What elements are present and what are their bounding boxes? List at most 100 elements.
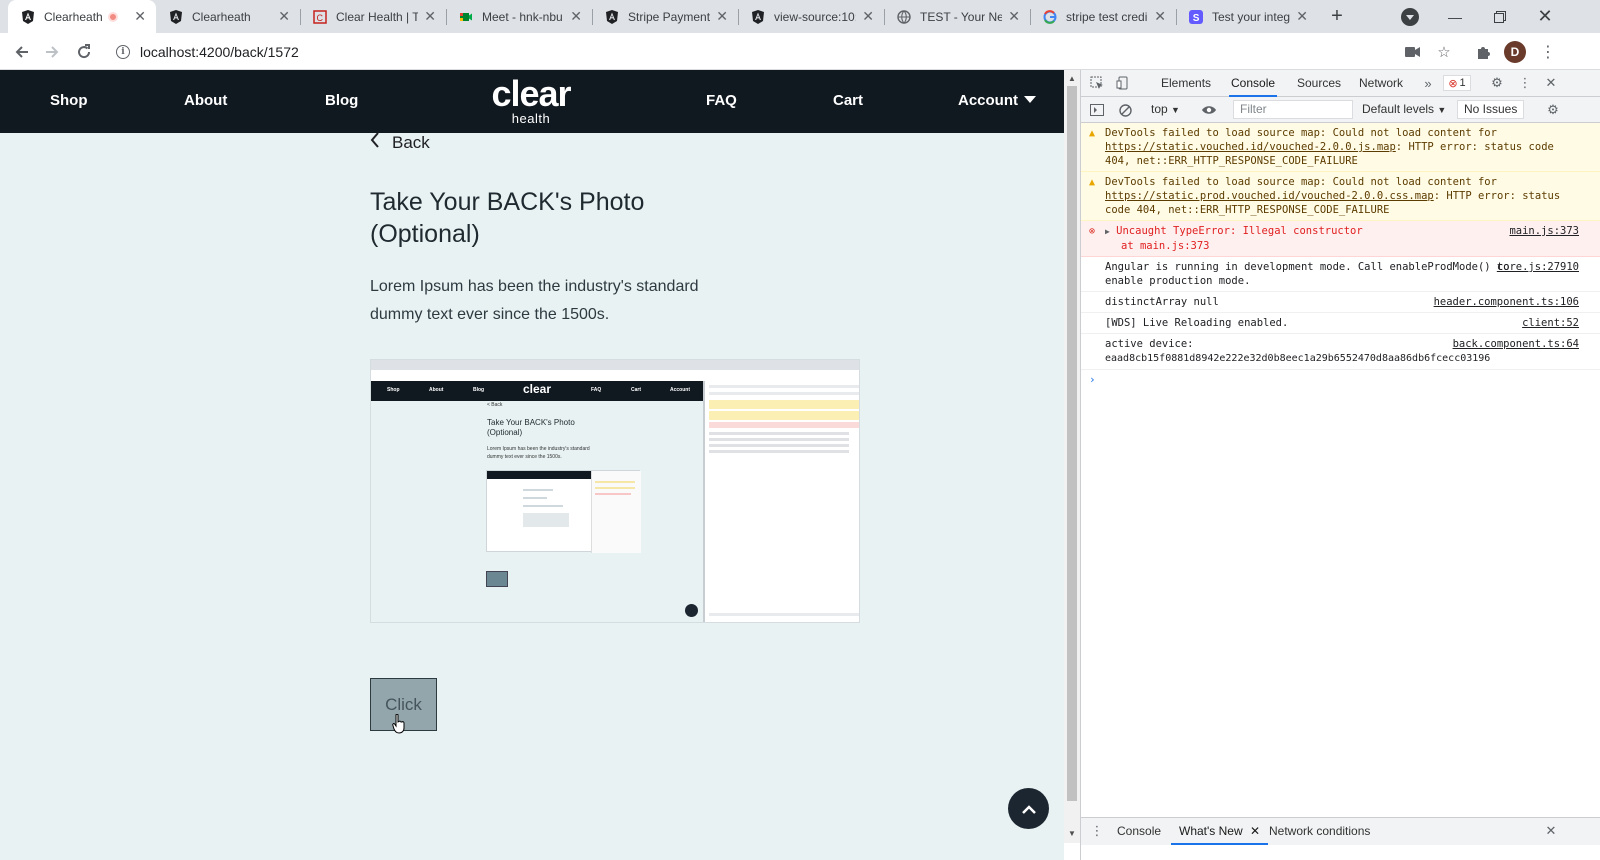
device-toolbar-icon[interactable]: [1115, 75, 1131, 91]
drawer-tab-network-conditions[interactable]: Network conditions: [1269, 818, 1370, 845]
nav-about[interactable]: About: [184, 92, 227, 109]
new-tab-plus-icon[interactable]: +: [1326, 5, 1348, 27]
console-filter-input[interactable]: Filter: [1233, 100, 1353, 119]
error-count-badge[interactable]: ⊗ 1: [1443, 75, 1471, 91]
preview-logo: clear: [523, 382, 552, 396]
nested-thumb: [523, 513, 569, 527]
close-drawer-icon[interactable]: ✕: [1543, 823, 1559, 839]
svg-text:S: S: [1193, 13, 1200, 24]
expand-triangle-icon[interactable]: ▶: [1105, 227, 1110, 236]
scroll-to-top-button[interactable]: [1008, 788, 1049, 829]
browser-tab-2[interactable]: Clearheath ✕: [156, 0, 300, 33]
nav-account[interactable]: Account: [958, 92, 1036, 109]
drawer-tab-whats-new[interactable]: What's New ✕: [1171, 818, 1269, 845]
browser-tab-9[interactable]: S Test your integr ✕: [1176, 0, 1318, 33]
back-arrow-icon[interactable]: [10, 40, 34, 64]
devtools-tab-sources[interactable]: Sources: [1295, 70, 1343, 97]
console-output: ▲ DevTools failed to load source map: Co…: [1081, 123, 1600, 390]
sidebar-toggle-icon[interactable]: [1089, 102, 1105, 118]
devtools-tab-network[interactable]: Network: [1357, 70, 1405, 97]
extensions-puzzle-icon[interactable]: [1473, 42, 1493, 62]
nav-faq[interactable]: FAQ: [706, 92, 737, 109]
close-tab-icon[interactable]: ✕: [1296, 8, 1308, 25]
settings-gear-icon[interactable]: ⚙: [1489, 75, 1505, 91]
preview-nav-item: About: [429, 387, 444, 393]
close-tab-icon[interactable]: ✕: [862, 8, 874, 25]
devtools-menu-icon[interactable]: ⋮: [1517, 75, 1533, 91]
clear-console-icon[interactable]: [1117, 102, 1133, 118]
live-expression-eye-icon[interactable]: [1201, 102, 1217, 118]
close-tab-icon[interactable]: ✕: [716, 8, 728, 25]
issues-button[interactable]: No Issues: [1457, 100, 1525, 119]
nav-shop[interactable]: Shop: [50, 92, 88, 109]
scrollbar-thumb[interactable]: [1067, 86, 1077, 801]
recording-indicator-icon: [108, 11, 119, 22]
close-tab-icon[interactable]: ✕: [424, 8, 436, 25]
reload-icon[interactable]: [72, 40, 96, 64]
restore-icon[interactable]: [1478, 0, 1522, 33]
warning-text: DevTools failed to load source map: Coul…: [1105, 176, 1497, 188]
nested-warn: [595, 481, 635, 483]
context-selector[interactable]: top ▼: [1151, 102, 1180, 116]
close-tab-icon[interactable]: ✕: [134, 8, 146, 25]
browser-tab-8[interactable]: stripe test credi ✕: [1030, 0, 1176, 33]
profile-avatar[interactable]: D: [1504, 41, 1526, 63]
tab-search-icon[interactable]: [1401, 8, 1419, 26]
scroll-up-arrow-icon[interactable]: ▲: [1068, 74, 1076, 83]
nav-cart[interactable]: Cart: [833, 92, 863, 109]
camera-blocked-icon[interactable]: [1403, 42, 1423, 62]
console-settings-gear-icon[interactable]: ⚙: [1545, 102, 1561, 118]
error-source-link[interactable]: main.js:373: [1509, 224, 1579, 238]
back-label: Back: [392, 132, 430, 152]
scroll-down-arrow-icon[interactable]: ▼: [1068, 829, 1076, 838]
log-source-link[interactable]: core.js:27910: [1497, 260, 1579, 274]
close-tab-icon[interactable]: ✕: [1008, 8, 1020, 25]
page-description: Lorem Ipsum has been the industry's stan…: [370, 278, 699, 323]
log-source-link[interactable]: client:52: [1522, 316, 1579, 330]
address-bar[interactable]: i localhost:4200/back/1572: [106, 38, 1396, 66]
log-levels-dropdown[interactable]: Default levels ▼: [1362, 102, 1446, 116]
close-tab-icon[interactable]: ✕: [278, 8, 290, 25]
log-source-link[interactable]: header.component.ts:106: [1434, 295, 1579, 309]
site-logo[interactable]: clear health: [483, 76, 579, 126]
preview-dt-log: [709, 450, 849, 453]
bookmark-star-icon[interactable]: ☆: [1434, 42, 1454, 62]
browser-tab-4[interactable]: Meet - hnk-nbu ✕: [446, 0, 592, 33]
browser-tab-3[interactable]: C Clear Health | Tr ✕: [300, 0, 446, 33]
stripe-icon: S: [1188, 9, 1204, 25]
browser-tab-5[interactable]: Stripe Payment ✕: [592, 0, 738, 33]
close-window-icon[interactable]: ✕: [1523, 0, 1567, 33]
more-tabs-chevron-icon[interactable]: »: [1420, 75, 1436, 91]
close-devtools-icon[interactable]: ✕: [1543, 75, 1559, 91]
drawer-menu-icon[interactable]: ⋮: [1089, 823, 1105, 839]
browser-tab-7[interactable]: TEST - Your Net ✕: [884, 0, 1030, 33]
console-error[interactable]: ⊗ ▶ Uncaught TypeError: Illegal construc…: [1081, 221, 1600, 257]
drawer-tab-console[interactable]: Console: [1117, 818, 1161, 845]
devtools-tab-console[interactable]: Console: [1229, 70, 1278, 97]
tab-title: Test your integr: [1212, 9, 1291, 24]
drawer-tab-label: What's New: [1179, 824, 1243, 838]
log-source-link[interactable]: back.component.ts:64: [1453, 337, 1579, 351]
browser-tab-1[interactable]: Clearheath ✕: [8, 0, 156, 33]
inspect-element-icon[interactable]: [1089, 75, 1105, 91]
source-map-link[interactable]: https://static.vouched.id/vouched-2.0.0.…: [1105, 141, 1396, 153]
nav-blog[interactable]: Blog: [325, 92, 358, 109]
error-count: 1: [1459, 77, 1466, 89]
source-map-link[interactable]: https://static.prod.vouched.id/vouched-2…: [1105, 190, 1434, 202]
page-scrollbar[interactable]: ▲ ▼: [1064, 70, 1080, 843]
preview-devtools: [703, 381, 859, 622]
console-log: active device: eaad8cb15f0881d8942e222e3…: [1081, 334, 1600, 370]
minimize-icon[interactable]: —: [1433, 0, 1477, 33]
site-info-icon[interactable]: i: [116, 45, 130, 59]
browser-menu-icon[interactable]: ⋮: [1538, 42, 1558, 62]
devtools-tab-elements[interactable]: Elements: [1159, 70, 1213, 97]
close-tab-icon[interactable]: ✕: [570, 8, 582, 25]
close-drawer-tab-icon[interactable]: ✕: [1250, 824, 1260, 838]
close-tab-icon[interactable]: ✕: [1154, 8, 1166, 25]
clear-health-icon: C: [312, 9, 328, 25]
forward-arrow-icon[interactable]: [40, 40, 64, 64]
console-prompt[interactable]: ›: [1081, 370, 1600, 390]
preview-nav-item: Shop: [387, 387, 400, 393]
back-link[interactable]: Back: [370, 132, 430, 153]
browser-tab-6[interactable]: view-source:10: ✕: [738, 0, 884, 33]
